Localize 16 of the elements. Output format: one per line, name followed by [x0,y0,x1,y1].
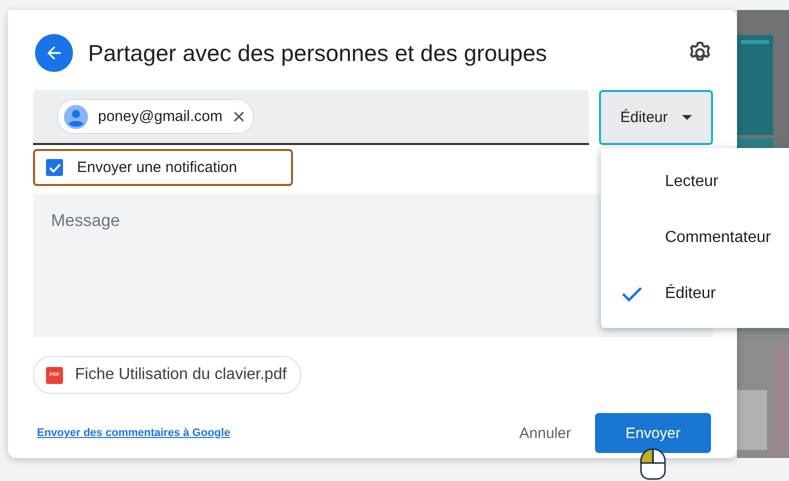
cancel-button[interactable]: Annuler [513,424,577,442]
notification-option[interactable]: Envoyer une notification [33,149,293,186]
caret-icon [682,115,692,120]
back-button[interactable] [35,34,73,72]
feedback-link[interactable]: Envoyer des commentaires à Google [37,427,514,439]
attachment-name: Fiche Utilisation du clavier.pdf [75,366,287,384]
dialog-title: Partager avec des personnes et des groupes [88,40,548,66]
recipients-field[interactable]: poney@gmail.com × [33,90,589,145]
send-button[interactable]: Envoyer [595,413,711,453]
role-dropdown[interactable]: Éditeur [599,90,713,145]
recipient-chip[interactable]: poney@gmail.com × [57,99,254,134]
checkbox[interactable] [46,159,63,176]
avatar-icon [64,104,88,128]
notification-label: Envoyer une notification [77,159,238,176]
remove-button[interactable]: × [232,106,246,128]
recipient-email: poney@gmail.com [98,108,222,125]
